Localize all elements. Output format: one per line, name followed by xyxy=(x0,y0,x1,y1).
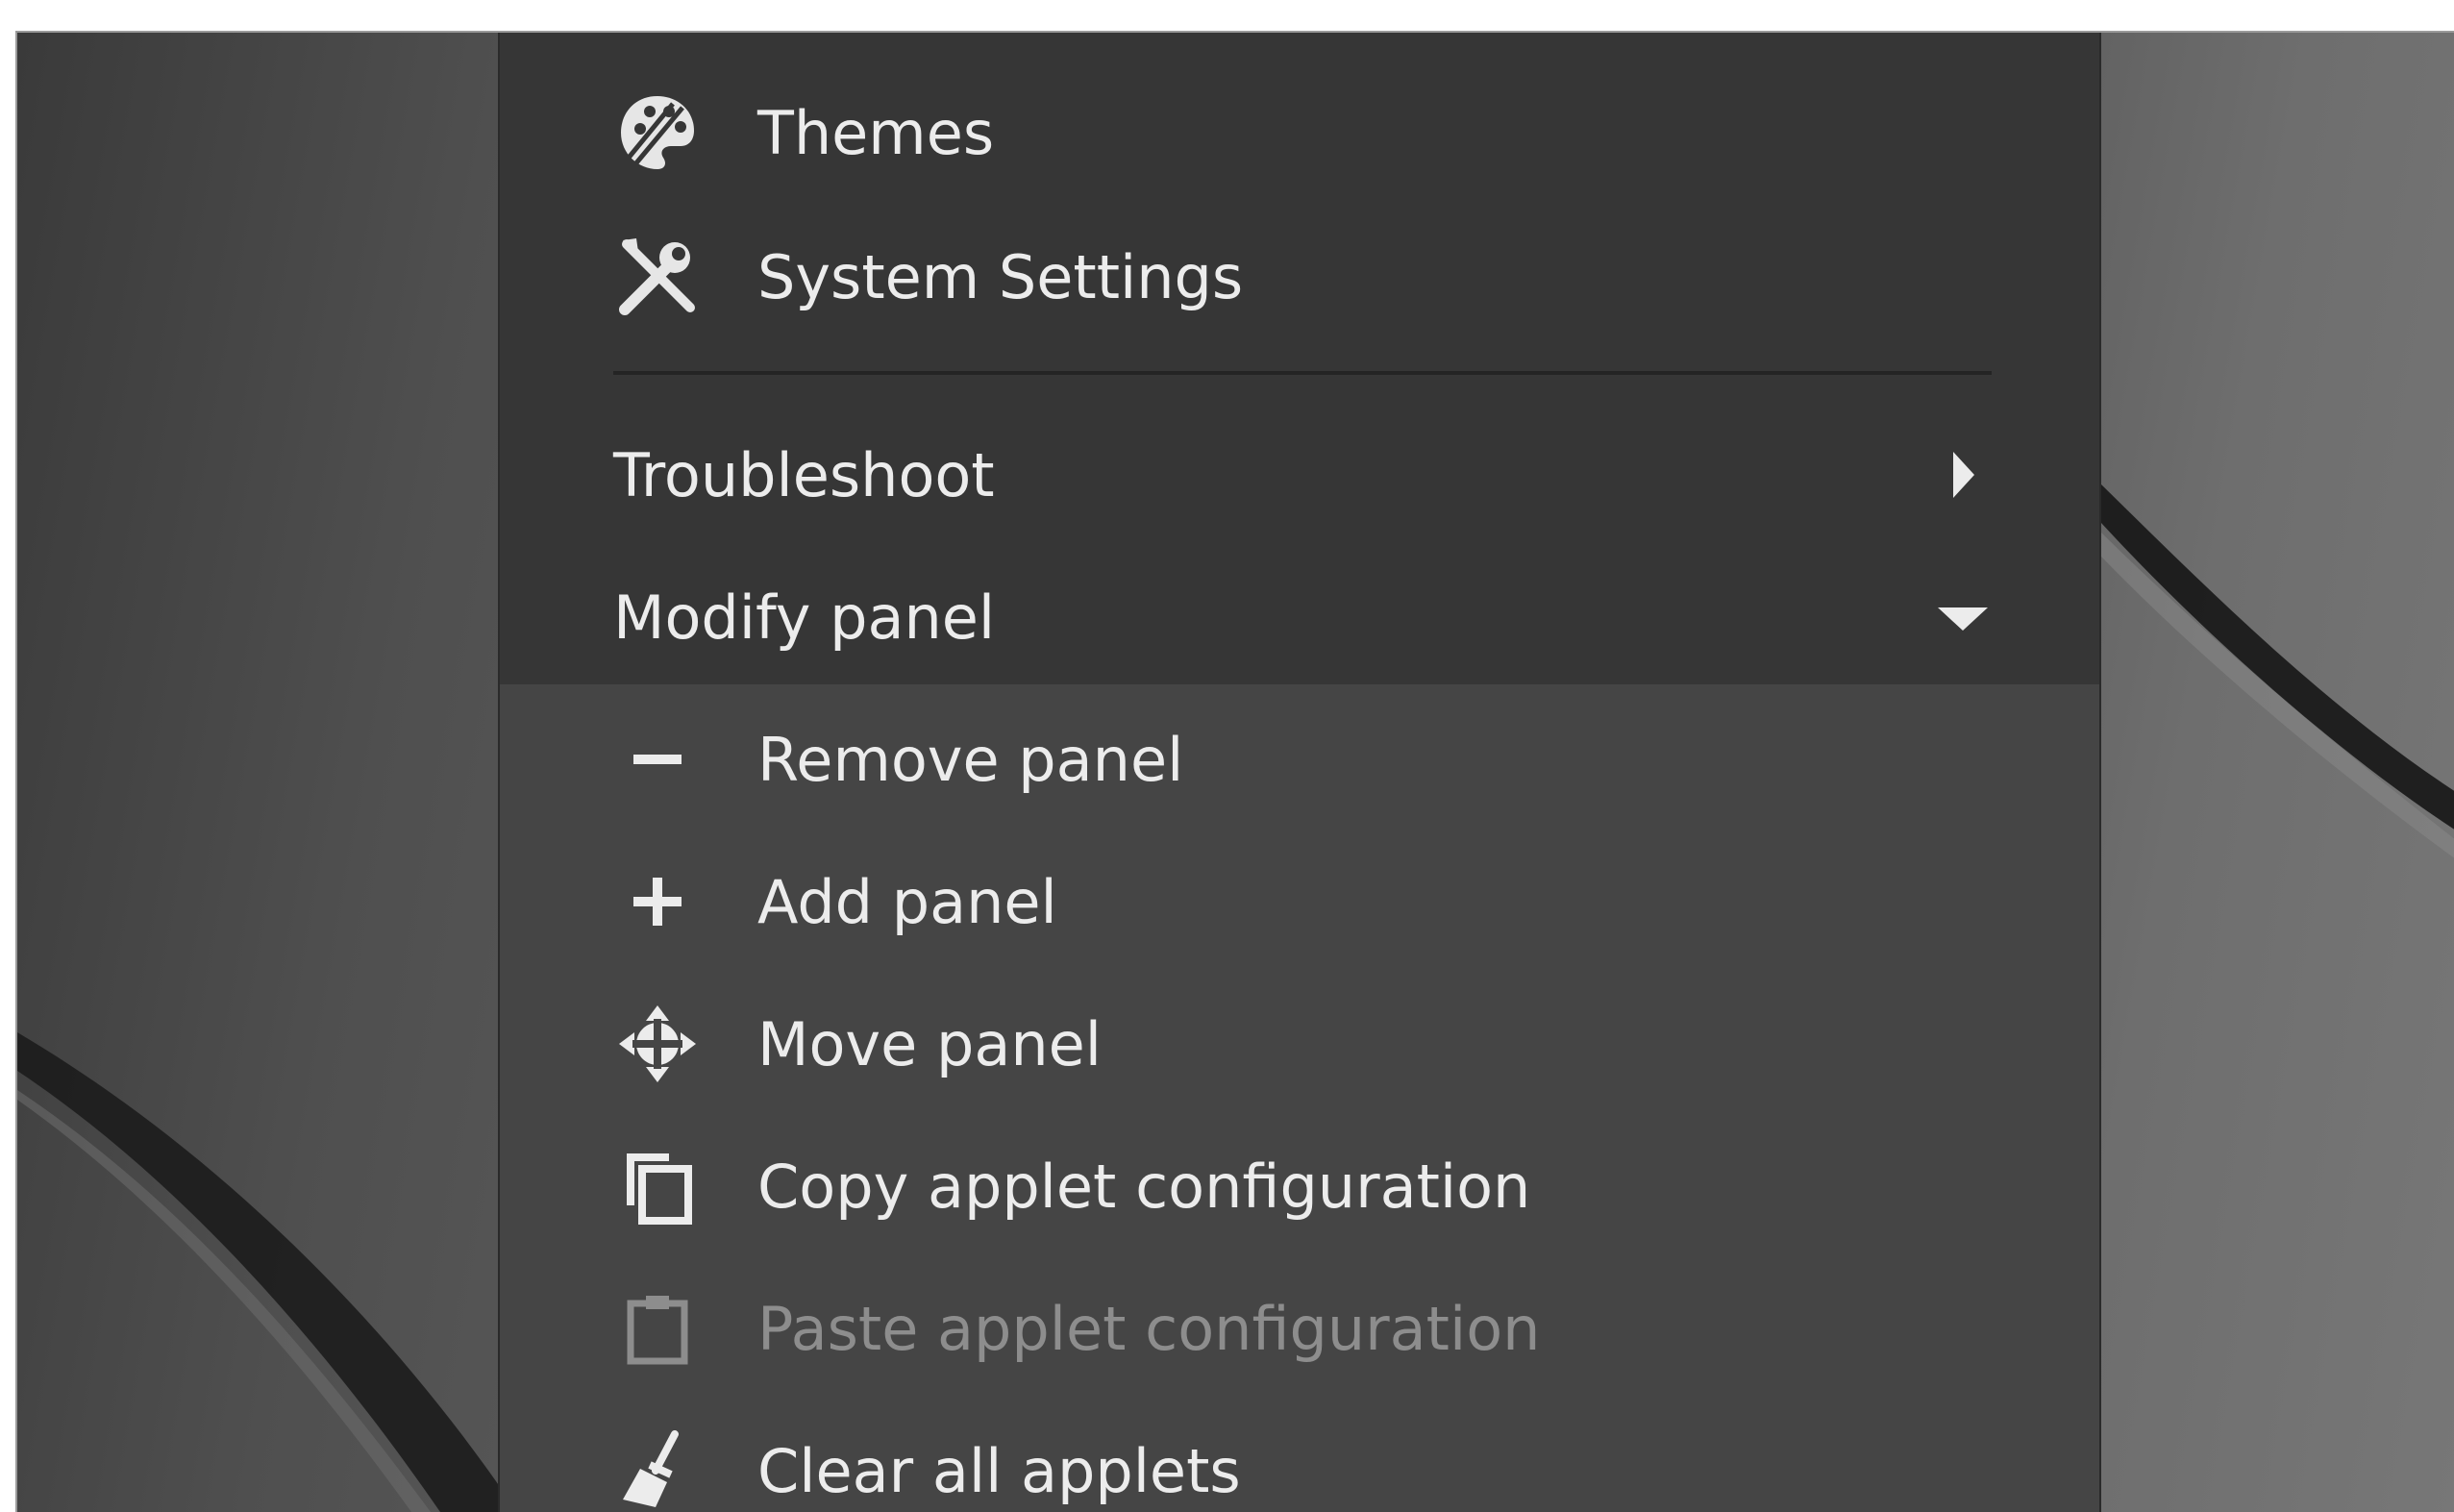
modify-panel-submenu: Remove panel Add panel Move panel Copy a… xyxy=(500,684,2099,1512)
menu-item-themes[interactable]: Themes xyxy=(500,62,2099,204)
themes-label: Themes xyxy=(757,97,995,168)
context-menu: Themes System Settings Troubleshoot Modi… xyxy=(498,33,2101,1512)
copy-applet-configuration-label: Copy applet configuration xyxy=(757,1151,1531,1222)
desktop-background: Themes System Settings Troubleshoot Modi… xyxy=(15,31,2454,1512)
menu-item-troubleshoot[interactable]: Troubleshoot xyxy=(500,404,2099,546)
menu-item-system-settings[interactable]: System Settings xyxy=(500,206,2099,348)
chevron-right-icon xyxy=(1934,446,1992,504)
palette-icon xyxy=(613,88,702,177)
minus-icon xyxy=(613,715,702,804)
submenu-item-add-panel[interactable]: Add panel xyxy=(500,830,2099,973)
modify-panel-label: Modify panel xyxy=(613,582,996,653)
troubleshoot-label: Troubleshoot xyxy=(613,439,995,510)
add-panel-label: Add panel xyxy=(757,866,1057,937)
submenu-item-clear-all-applets[interactable]: Clear all applets xyxy=(500,1400,2099,1512)
paste-applet-configuration-label: Paste applet configuration xyxy=(757,1293,1541,1364)
submenu-item-paste-applet-configuration[interactable]: Paste applet configuration xyxy=(500,1257,2099,1400)
move-arrows-icon xyxy=(613,1000,702,1088)
remove-panel-label: Remove panel xyxy=(757,724,1184,795)
wrench-screwdriver-icon xyxy=(613,233,702,321)
move-panel-label: Move panel xyxy=(757,1008,1102,1079)
submenu-item-copy-applet-configuration[interactable]: Copy applet configuration xyxy=(500,1115,2099,1257)
copy-icon xyxy=(613,1142,702,1230)
system-settings-label: System Settings xyxy=(757,241,1244,312)
plus-icon xyxy=(613,857,702,946)
screen: Themes System Settings Troubleshoot Modi… xyxy=(0,0,2454,1512)
submenu-item-remove-panel[interactable]: Remove panel xyxy=(500,688,2099,830)
clear-all-applets-label: Clear all applets xyxy=(757,1435,1241,1506)
broom-icon xyxy=(613,1426,702,1512)
chevron-down-icon xyxy=(1934,588,1992,646)
clipboard-icon xyxy=(613,1284,702,1373)
menu-separator xyxy=(613,371,1992,375)
menu-item-modify-panel[interactable]: Modify panel xyxy=(500,546,2099,688)
submenu-item-move-panel[interactable]: Move panel xyxy=(500,973,2099,1115)
